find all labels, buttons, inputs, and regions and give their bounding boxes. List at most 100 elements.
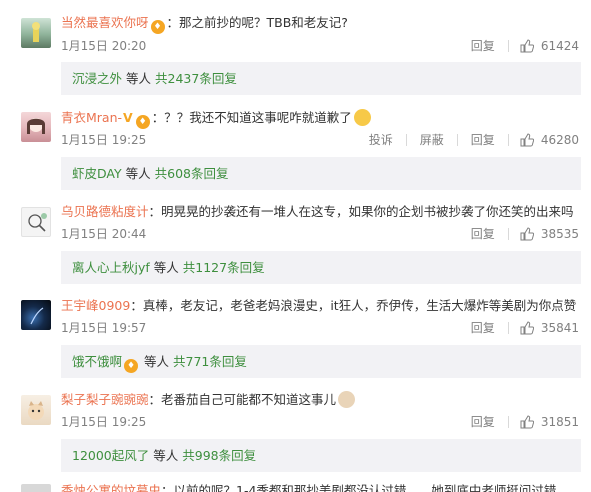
comment-text: ：那之前抄的呢？TBB和老友记? <box>166 15 348 30</box>
comment-actions: 回复 35841 <box>469 320 581 336</box>
avatar[interactable] <box>21 395 51 425</box>
thumbs-up-icon[interactable] <box>520 227 534 241</box>
reply-preview[interactable]: 沉浸之外 等人 共2437条回复 <box>61 62 581 95</box>
comment-time: 1月15日 20:20 <box>61 39 147 53</box>
comment-header: 王宇峰0909：真棒，老友记，老爸老妈浪漫史，it狂人，乔伊传，生活大爆炸等美剧… <box>61 297 576 315</box>
reply-others-label: 等人 <box>126 71 152 86</box>
comment-header: 香烛公寓的坟墓虫：以前的呢？1-4季都和那抄美剧都没认过错……她到底中老师挺问过… <box>61 484 556 492</box>
username-link[interactable]: 乌贝路德粘度计 <box>61 204 149 219</box>
divider <box>456 134 458 146</box>
reply-others-label: 等人 <box>153 260 179 275</box>
reply-preview[interactable]: 虾皮DAY 等人 共608条回复 <box>61 157 581 190</box>
reply-others-label: 等人 <box>153 448 179 463</box>
comment-actions: 投诉 屏蔽 回复 46280 <box>367 132 581 148</box>
reply-button[interactable]: 回复 <box>469 132 497 148</box>
comment-item: 当然最喜欢你呀 ♦ ：那之前抄的呢？TBB和老友记? 1月15日 20:20 回复 … <box>0 0 591 95</box>
comment-header: 当然最喜欢你呀 ♦ ：那之前抄的呢？TBB和老友记? <box>61 14 348 34</box>
comment-item: 乌贝路德粘度计：明晃晃的抄袭还有一堆人在这专，如果你的企划书被抄袭了你还笑的出来… <box>0 194 591 288</box>
reply-button[interactable]: 回复 <box>469 226 497 242</box>
username-link[interactable]: 香烛公寓的坟墓虫 <box>61 484 161 492</box>
comment-text: ：以前的呢？1-4季都和那抄美剧都没认过错……她到底中老师挺问过错 <box>161 484 557 492</box>
comment-actions: 回复 31851 <box>469 414 581 430</box>
reply-total-link[interactable]: 共998条回复 <box>182 448 256 463</box>
reply-preview[interactable]: 离人心上秋jyf 等人 共1127条回复 <box>61 251 581 284</box>
reply-username[interactable]: 离人心上秋jyf <box>72 260 150 275</box>
reply-button[interactable]: 回复 <box>469 414 497 430</box>
report-button[interactable]: 投诉 <box>367 132 395 148</box>
like-count[interactable]: 38535 <box>539 226 581 242</box>
comment-item: 青衣Mran-V ♦ ：？？我还不知道这事呢咋就道歉了 1月15日 19:25 投诉… <box>0 94 591 194</box>
comment-time: 1月15日 19:57 <box>61 321 147 335</box>
comment-feed: 当然最喜欢你呀 ♦ ：那之前抄的呢？TBB和老友记? 1月15日 20:20 回复 … <box>0 0 591 492</box>
divider <box>507 416 509 428</box>
username-link[interactable]: 梨子梨子豌豌豌 <box>61 392 149 407</box>
comment-item-partial: 香烛公寓的坟墓虫：以前的呢？1-4季都和那抄美剧都没认过错……她到底中老师挺问过… <box>0 484 591 492</box>
fan-badge-icon: ♦ <box>124 359 139 373</box>
avatar[interactable] <box>21 112 51 142</box>
comment-header: 梨子梨子豌豌豌：老番茄自己可能都不知道这事儿 <box>61 391 356 409</box>
divider <box>405 134 407 146</box>
comment-text: ：老番茄自己可能都不知道这事儿 <box>148 392 337 407</box>
divider <box>507 134 509 146</box>
avatar-image <box>32 22 40 42</box>
divider <box>507 228 509 240</box>
reply-username[interactable]: 沉浸之外 <box>72 71 122 86</box>
comment-text: ：真棒，老友记，老爸老妈浪漫史，it狂人，乔伊传，生活大爆炸等美剧为你点赞 <box>130 298 577 313</box>
avatar[interactable] <box>21 484 51 492</box>
avatar[interactable] <box>21 207 51 237</box>
avatar-image <box>30 307 44 325</box>
reply-username[interactable]: 12000起风了 <box>72 448 149 463</box>
avatar-image <box>27 118 45 134</box>
avatar[interactable] <box>21 18 51 48</box>
fan-badge-icon: ♦ <box>150 20 165 34</box>
username-link[interactable]: 青衣Mran- <box>61 110 122 125</box>
reply-others-label: 等人 <box>125 166 151 181</box>
reply-preview-text: 沉浸之外 等人 共2437条回复 <box>72 70 237 87</box>
divider <box>507 40 509 52</box>
reply-preview-text: 饿不饿啊 ♦ 等人 共771条回复 <box>72 353 247 373</box>
avatar-image <box>28 213 47 232</box>
reply-preview-text: 12000起风了 等人 共998条回复 <box>72 447 256 464</box>
username-link[interactable]: 当然最喜欢你呀 <box>61 15 149 30</box>
thumbs-up-icon[interactable] <box>520 415 534 429</box>
thumbs-up-icon[interactable] <box>520 133 534 147</box>
reply-button[interactable]: 回复 <box>469 38 497 54</box>
thumbs-up-icon[interactable] <box>520 39 534 53</box>
like-count[interactable]: 46280 <box>539 132 581 148</box>
comment-text: ：？？我还不知道这事呢咋就道歉了 <box>151 110 352 125</box>
comment-time: 1月15日 19:25 <box>61 415 147 429</box>
comment-header: 乌贝路德粘度计：明晃晃的抄袭还有一堆人在这专，如果你的企划书被抄袭了你还笑的出来… <box>61 203 574 221</box>
reply-total-link[interactable]: 共608条回复 <box>155 166 229 181</box>
laughing-emoji-icon <box>353 109 371 126</box>
avatar-image <box>28 401 44 420</box>
v-verified-icon: V <box>123 110 133 125</box>
reply-others-label: 等人 <box>144 354 170 369</box>
reply-preview[interactable]: 12000起风了 等人 共998条回复 <box>61 439 581 472</box>
reply-preview[interactable]: 饿不饿啊 ♦ 等人 共771条回复 <box>61 345 581 378</box>
like-count[interactable]: 31851 <box>539 414 581 430</box>
like-count[interactable]: 35841 <box>539 320 581 336</box>
comment-time: 1月15日 19:25 <box>61 133 147 147</box>
divider <box>507 322 509 334</box>
cat-emoji-icon <box>338 391 356 408</box>
reply-preview-text: 虾皮DAY 等人 共608条回复 <box>72 165 229 182</box>
comment-time: 1月15日 20:44 <box>61 227 147 241</box>
comment-actions: 回复 61424 <box>469 38 581 54</box>
comment-text: ：明晃晃的抄袭还有一堆人在这专，如果你的企划书被抄袭了你还笑的出来吗 <box>148 204 574 219</box>
avatar[interactable] <box>21 300 51 330</box>
reply-button[interactable]: 回复 <box>469 320 497 336</box>
thumbs-up-icon[interactable] <box>520 321 534 335</box>
username-link[interactable]: 王宇峰0909 <box>61 298 130 313</box>
reply-username[interactable]: 虾皮DAY <box>72 166 122 181</box>
fan-badge-icon: ♦ <box>135 115 150 129</box>
comment-actions: 回复 38535 <box>469 226 581 242</box>
reply-total-link[interactable]: 共2437条回复 <box>155 71 237 86</box>
comment-header: 青衣Mran-V ♦ ：？？我还不知道这事呢咋就道歉了 <box>61 109 371 129</box>
like-count[interactable]: 61424 <box>539 38 581 54</box>
reply-username[interactable]: 饿不饿啊 <box>72 354 122 369</box>
reply-total-link[interactable]: 共1127条回复 <box>183 260 265 275</box>
comment-item: 梨子梨子豌豌豌：老番茄自己可能都不知道这事儿 1月15日 19:25 回复 31… <box>0 383 591 483</box>
reply-total-link[interactable]: 共771条回复 <box>173 354 247 369</box>
comment-item: 王宇峰0909：真棒，老友记，老爸老妈浪漫史，it狂人，乔伊传，生活大爆炸等美剧… <box>0 288 591 383</box>
block-button[interactable]: 屏蔽 <box>418 132 446 148</box>
